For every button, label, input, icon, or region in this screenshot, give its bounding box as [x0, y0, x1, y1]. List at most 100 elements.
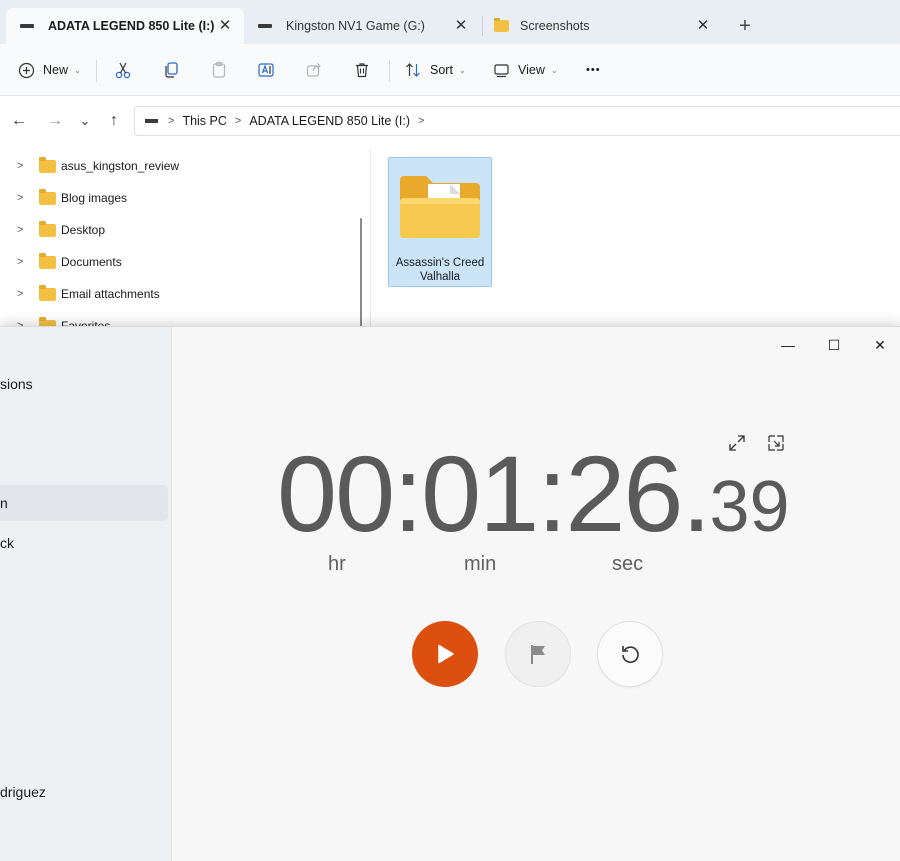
more-options-icon[interactable]: ••• [586, 56, 601, 84]
time-colon: : [537, 433, 567, 554]
rename-icon [258, 63, 274, 77]
view-button-label: View [518, 63, 545, 77]
toolbar-divider [96, 60, 97, 82]
expand-chevron-icon[interactable]: > [17, 256, 33, 268]
folder-item-label: Assassin's Creed Valhalla [395, 257, 485, 283]
tab-adata-drive[interactable]: ADATA LEGEND 850 Lite (I:) ✕ [6, 8, 244, 44]
stopwatch-hours: 00 [277, 433, 395, 554]
minimize-button[interactable]: — [768, 331, 808, 359]
breadcrumb-separator-icon[interactable]: > [168, 115, 174, 127]
expand-chevron-icon[interactable]: > [17, 288, 33, 300]
folder-icon [39, 252, 56, 269]
chevron-down-icon: ⌄ [74, 65, 81, 75]
expand-chevron-icon[interactable]: > [17, 160, 33, 172]
reset-icon [622, 646, 639, 664]
tab-label: Kingston NV1 Game (G:) [286, 19, 425, 33]
sidebar-item-stopwatch[interactable]: n [0, 495, 8, 511]
breadcrumb-separator-icon[interactable]: > [235, 115, 241, 127]
reset-button[interactable] [597, 621, 663, 687]
time-colon: : [393, 433, 423, 554]
tab-bar: ADATA LEGEND 850 Lite (I:) ✕ Kingston NV… [0, 0, 900, 44]
share-button[interactable] [305, 56, 323, 84]
cut-button[interactable] [114, 56, 132, 84]
folder-icon [494, 18, 509, 32]
maximize-button[interactable]: ☐ [814, 331, 854, 359]
new-tab-button[interactable]: + [733, 14, 757, 38]
expand-chevron-icon[interactable]: > [17, 224, 33, 236]
close-tab-icon[interactable]: ✕ [694, 17, 712, 35]
flag-icon [531, 645, 545, 664]
clock-app-window: sions n ck driguez — ☐ ✕ 00 : 01 : 26 . … [0, 326, 900, 861]
sidebar-account-name[interactable]: driguez [0, 784, 46, 800]
folder-item-assassins-creed-valhalla[interactable]: Assassin's Creed Valhalla [388, 157, 492, 287]
expand-chevron-icon[interactable]: > [17, 192, 33, 204]
stopwatch-hundredths: 39 [709, 467, 790, 547]
sort-button[interactable]: Sort ⌄ [404, 56, 466, 84]
close-button[interactable]: ✕ [860, 331, 900, 359]
scissors-icon [115, 62, 131, 79]
chevron-down-icon: ⌄ [458, 65, 466, 75]
drive-icon [20, 24, 34, 28]
sidebar-item-sessions[interactable]: sions [0, 376, 33, 392]
nav-item-label: asus_kingston_review [61, 159, 180, 173]
rename-button[interactable] [257, 56, 276, 84]
unit-label-minutes: min [464, 553, 497, 575]
delete-button[interactable] [353, 56, 371, 84]
new-button[interactable]: New ⌄ [18, 56, 81, 84]
stopwatch-seconds: 26 [565, 433, 683, 554]
folder-icon [39, 188, 56, 205]
unit-label-seconds: sec [612, 553, 644, 575]
address-breadcrumb[interactable]: > This PC > ADATA LEGEND 850 Lite (I:) > [134, 106, 900, 136]
close-tab-icon[interactable]: ✕ [216, 17, 234, 35]
copy-icon [165, 62, 178, 78]
drive-icon [145, 119, 158, 123]
sidebar-item-clock[interactable]: ck [0, 535, 14, 551]
navigation-scrollbar[interactable] [360, 218, 362, 328]
clock-sidebar: sions n ck driguez [0, 327, 172, 861]
nav-item-asus-kingston-review[interactable]: > asus_kingston_review [0, 154, 179, 178]
command-bar: New ⌄ Sort ⌄ View ⌄ ••• [0, 44, 900, 96]
play-icon [438, 644, 454, 664]
nav-item-documents[interactable]: > Documents [0, 250, 122, 274]
sort-button-label: Sort [430, 63, 453, 77]
tab-label: Screenshots [520, 19, 590, 33]
view-button[interactable]: View ⌄ [493, 56, 558, 84]
folder-icon [39, 284, 56, 301]
sidebar-selection-highlight [0, 485, 168, 521]
paste-button[interactable] [210, 56, 228, 84]
tab-kingston-drive[interactable]: Kingston NV1 Game (G:) ✕ [244, 8, 480, 44]
tab-screenshots[interactable]: Screenshots ✕ [480, 8, 722, 44]
pane-divider [370, 150, 371, 330]
breadcrumb-this-pc[interactable]: This PC [182, 114, 226, 128]
nav-item-label: Blog images [61, 191, 128, 205]
stopwatch-minutes: 01 [421, 433, 539, 554]
nav-item-desktop[interactable]: > Desktop [0, 218, 105, 242]
nav-item-email-attachments[interactable]: > Email attachments [0, 282, 160, 306]
drive-icon [258, 24, 272, 28]
forward-arrow-icon[interactable]: → [44, 110, 66, 132]
toolbar-divider [389, 60, 390, 82]
clipboard-icon [212, 61, 226, 78]
back-arrow-icon[interactable]: ← [8, 110, 30, 132]
lap-button[interactable] [505, 621, 571, 687]
up-arrow-icon[interactable]: ↑ [103, 110, 125, 132]
time-decimal-point: . [681, 433, 711, 554]
stopwatch-panel: — ☐ ✕ 00 : 01 : 26 . 39 hr min sec [172, 327, 900, 861]
start-button[interactable] [412, 621, 478, 687]
share-icon [306, 63, 321, 77]
close-tab-icon[interactable]: ✕ [452, 17, 470, 35]
tab-label: ADATA LEGEND 850 Lite (I:) [48, 19, 215, 33]
unit-label-hours: hr [328, 553, 346, 575]
breadcrumb-drive[interactable]: ADATA LEGEND 850 Lite (I:) [249, 114, 410, 128]
copy-button[interactable] [162, 56, 180, 84]
sort-icon [406, 63, 420, 77]
stopwatch-time: 00 : 01 : 26 . 39 [277, 439, 790, 549]
nav-item-label: Desktop [61, 223, 106, 237]
recent-locations-icon[interactable]: ⌄ [74, 110, 96, 132]
breadcrumb-separator-icon[interactable]: > [418, 115, 424, 127]
nav-item-blog-images[interactable]: > Blog images [0, 186, 127, 210]
address-bar-row: ← → ⌄ ↑ > This PC > ADATA LEGEND 850 Lit… [0, 96, 900, 150]
view-icon [494, 63, 509, 77]
plus-circle-icon [18, 62, 35, 78]
new-button-label: New [43, 63, 69, 77]
